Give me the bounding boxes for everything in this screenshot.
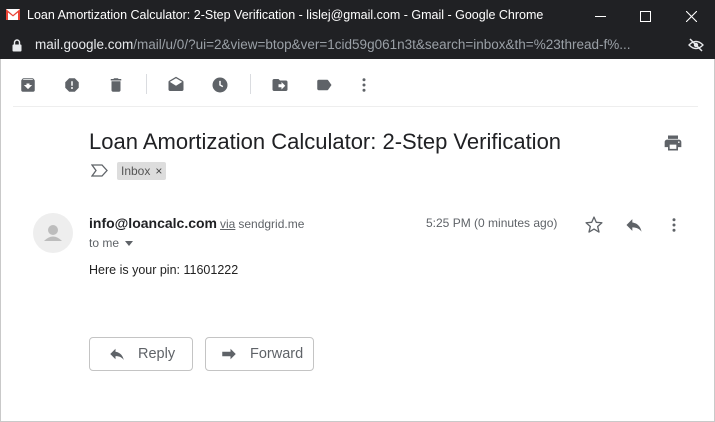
sender-avatar (33, 213, 73, 253)
gmail-logo-icon (6, 9, 20, 20)
message-timestamp: 5:25 PM (0 minutes ago) (426, 216, 558, 230)
reply-icon (110, 348, 124, 360)
archive-button[interactable] (16, 73, 40, 97)
sender-info: info@loancalc.com via sendgrid.me (89, 215, 304, 231)
recipient-text: to me (89, 236, 120, 250)
recipient-details[interactable]: to me (89, 236, 134, 250)
move-to-icon (272, 79, 288, 91)
report-spam-icon (65, 78, 79, 92)
url-host: mail.google.com (35, 37, 134, 52)
reply-button-label: Reply (138, 346, 176, 362)
person-icon (44, 225, 62, 241)
url-text[interactable]: mail.google.com/mail/u/0/?ui=2&view=btop… (35, 37, 675, 52)
snooze-icon (212, 77, 228, 93)
label-icon (317, 79, 332, 91)
address-bar[interactable]: mail.google.com/mail/u/0/?ui=2&view=btop… (0, 32, 715, 59)
window-titlebar: Loan Amortization Calculator: 2-Step Ver… (0, 0, 715, 32)
labels-button[interactable] (312, 73, 336, 97)
label-chip-inbox: Inbox × (117, 162, 167, 180)
print-icon (664, 135, 682, 151)
move-to-button[interactable] (268, 73, 292, 97)
minimize-icon (594, 15, 606, 17)
more-vert-icon (672, 218, 676, 232)
close-icon (685, 10, 697, 22)
delete-icon (110, 78, 122, 92)
archive-icon (21, 78, 35, 92)
eye-off-icon[interactable] (688, 38, 704, 52)
print-button[interactable] (663, 133, 683, 158)
mark-unread-button[interactable] (164, 73, 188, 97)
message-more-button[interactable] (662, 213, 686, 237)
forward-action-button[interactable]: Forward (205, 337, 314, 371)
more-options-button[interactable] (352, 73, 376, 97)
label-chip-text: Inbox (121, 164, 151, 178)
snooze-button[interactable] (208, 73, 232, 97)
report-spam-button[interactable] (60, 73, 84, 97)
star-button[interactable] (582, 213, 606, 237)
url-path: /mail/u/0/?ui=2&view=btop&ver=1cid59g061… (133, 37, 631, 52)
remove-label-button[interactable]: × (155, 164, 162, 178)
importance-marker-icon[interactable] (91, 164, 108, 177)
star-icon (585, 216, 603, 233)
chevron-down-icon[interactable] (125, 240, 134, 246)
forward-button-label: Forward (250, 346, 304, 362)
message-body: Here is your pin: 11601222 (89, 263, 239, 277)
email-subject: Loan Amortization Calculator: 2-Step Ver… (89, 129, 562, 154)
toolbar-divider-line (13, 106, 698, 107)
maximize-icon (639, 10, 651, 22)
toolbar-divider (146, 74, 147, 94)
mark-unread-icon (168, 76, 184, 91)
via-domain: sendgrid.me (238, 217, 305, 231)
minimize-button[interactable] (577, 0, 623, 32)
toolbar-divider (250, 74, 251, 94)
window-title: Loan Amortization Calculator: 2-Step Ver… (27, 8, 544, 22)
gmail-message-view: Loan Amortization Calculator: 2-Step Ver… (0, 59, 715, 422)
maximize-button[interactable] (622, 0, 668, 32)
reply-action-button[interactable]: Reply (89, 337, 193, 371)
close-window-button[interactable] (668, 0, 714, 32)
reply-button[interactable] (622, 213, 646, 237)
forward-icon (222, 348, 236, 360)
delete-button[interactable] (104, 73, 128, 97)
reply-icon (626, 219, 642, 232)
lock-icon (12, 39, 22, 52)
more-vert-icon (362, 78, 366, 92)
via-link[interactable]: via (220, 217, 235, 231)
sender-email[interactable]: info@loancalc.com (89, 215, 217, 231)
